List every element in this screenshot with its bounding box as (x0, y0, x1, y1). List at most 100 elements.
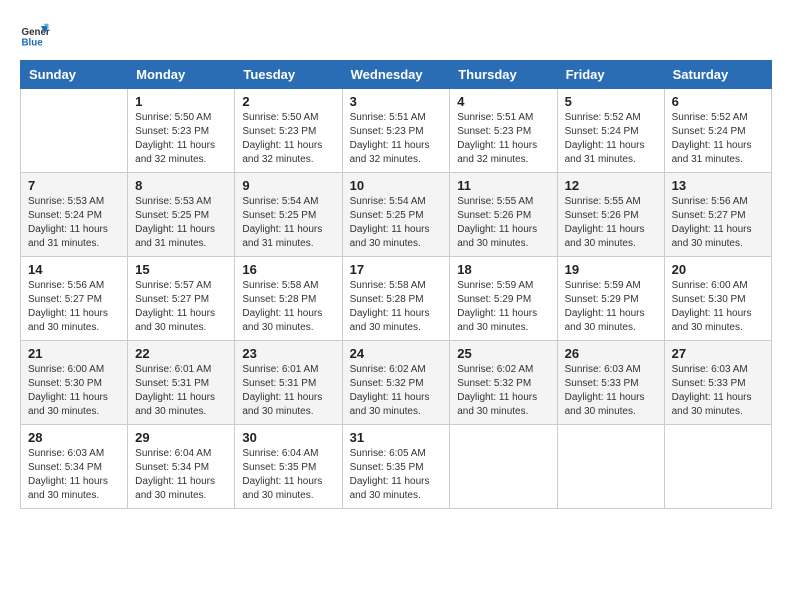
sunset: Sunset: 5:27 PM (28, 294, 102, 305)
sunrise: Sunrise: 5:57 AM (135, 280, 211, 291)
calendar-cell: 12 Sunrise: 5:55 AM Sunset: 5:26 PM Dayl… (557, 173, 664, 257)
sunset: Sunset: 5:24 PM (28, 210, 102, 221)
sunrise: Sunrise: 5:58 AM (242, 280, 318, 291)
day-info: Sunrise: 6:05 AM Sunset: 5:35 PM Dayligh… (350, 447, 443, 503)
daylight: Daylight: 11 hours and 30 minutes. (28, 476, 108, 501)
day-number: 22 (135, 346, 227, 361)
daylight: Daylight: 11 hours and 30 minutes. (242, 476, 322, 501)
sunrise: Sunrise: 5:58 AM (350, 280, 426, 291)
calendar-cell: 16 Sunrise: 5:58 AM Sunset: 5:28 PM Dayl… (235, 257, 342, 341)
sunset: Sunset: 5:33 PM (672, 378, 746, 389)
week-row-3: 14 Sunrise: 5:56 AM Sunset: 5:27 PM Dayl… (21, 257, 772, 341)
day-info: Sunrise: 5:54 AM Sunset: 5:25 PM Dayligh… (350, 195, 443, 251)
day-info: Sunrise: 6:01 AM Sunset: 5:31 PM Dayligh… (135, 363, 227, 419)
day-info: Sunrise: 5:57 AM Sunset: 5:27 PM Dayligh… (135, 279, 227, 335)
daylight: Daylight: 11 hours and 30 minutes. (565, 308, 645, 333)
sunset: Sunset: 5:32 PM (350, 378, 424, 389)
sunset: Sunset: 5:34 PM (135, 462, 209, 473)
day-info: Sunrise: 5:56 AM Sunset: 5:27 PM Dayligh… (672, 195, 764, 251)
sunrise: Sunrise: 6:04 AM (242, 448, 318, 459)
day-number: 30 (242, 430, 334, 445)
header-tuesday: Tuesday (235, 61, 342, 89)
calendar-cell: 26 Sunrise: 6:03 AM Sunset: 5:33 PM Dayl… (557, 341, 664, 425)
day-number: 16 (242, 262, 334, 277)
daylight: Daylight: 11 hours and 30 minutes. (672, 224, 752, 249)
day-info: Sunrise: 5:50 AM Sunset: 5:23 PM Dayligh… (242, 111, 334, 167)
day-info: Sunrise: 5:59 AM Sunset: 5:29 PM Dayligh… (457, 279, 549, 335)
calendar-cell: 19 Sunrise: 5:59 AM Sunset: 5:29 PM Dayl… (557, 257, 664, 341)
day-number: 29 (135, 430, 227, 445)
sunset: Sunset: 5:26 PM (457, 210, 531, 221)
day-info: Sunrise: 5:54 AM Sunset: 5:25 PM Dayligh… (242, 195, 334, 251)
sunset: Sunset: 5:28 PM (242, 294, 316, 305)
daylight: Daylight: 11 hours and 30 minutes. (242, 392, 322, 417)
logo: General Blue (20, 20, 50, 50)
day-number: 23 (242, 346, 334, 361)
calendar-cell: 30 Sunrise: 6:04 AM Sunset: 5:35 PM Dayl… (235, 425, 342, 509)
calendar-cell: 8 Sunrise: 5:53 AM Sunset: 5:25 PM Dayli… (128, 173, 235, 257)
daylight: Daylight: 11 hours and 31 minutes. (28, 224, 108, 249)
day-number: 28 (28, 430, 120, 445)
daylight: Daylight: 11 hours and 31 minutes. (135, 224, 215, 249)
day-number: 11 (457, 178, 549, 193)
sunrise: Sunrise: 6:00 AM (672, 280, 748, 291)
day-info: Sunrise: 5:52 AM Sunset: 5:24 PM Dayligh… (565, 111, 657, 167)
daylight: Daylight: 11 hours and 30 minutes. (242, 308, 322, 333)
calendar-cell: 20 Sunrise: 6:00 AM Sunset: 5:30 PM Dayl… (664, 257, 771, 341)
calendar-cell (21, 89, 128, 173)
day-number: 12 (565, 178, 657, 193)
daylight: Daylight: 11 hours and 32 minutes. (242, 140, 322, 165)
daylight: Daylight: 11 hours and 30 minutes. (135, 392, 215, 417)
sunrise: Sunrise: 5:56 AM (672, 196, 748, 207)
sunrise: Sunrise: 5:52 AM (672, 112, 748, 123)
calendar-cell: 7 Sunrise: 5:53 AM Sunset: 5:24 PM Dayli… (21, 173, 128, 257)
sunrise: Sunrise: 6:02 AM (350, 364, 426, 375)
day-number: 2 (242, 94, 334, 109)
day-info: Sunrise: 5:53 AM Sunset: 5:25 PM Dayligh… (135, 195, 227, 251)
sunset: Sunset: 5:31 PM (242, 378, 316, 389)
sunset: Sunset: 5:23 PM (457, 126, 531, 137)
calendar-cell: 11 Sunrise: 5:55 AM Sunset: 5:26 PM Dayl… (450, 173, 557, 257)
day-info: Sunrise: 5:52 AM Sunset: 5:24 PM Dayligh… (672, 111, 764, 167)
calendar-cell (450, 425, 557, 509)
sunrise: Sunrise: 5:59 AM (457, 280, 533, 291)
day-number: 8 (135, 178, 227, 193)
sunrise: Sunrise: 5:54 AM (242, 196, 318, 207)
header-thursday: Thursday (450, 61, 557, 89)
day-info: Sunrise: 6:04 AM Sunset: 5:34 PM Dayligh… (135, 447, 227, 503)
sunrise: Sunrise: 5:56 AM (28, 280, 104, 291)
calendar-cell: 17 Sunrise: 5:58 AM Sunset: 5:28 PM Dayl… (342, 257, 450, 341)
header-friday: Friday (557, 61, 664, 89)
logo-icon: General Blue (20, 20, 50, 50)
day-number: 14 (28, 262, 120, 277)
day-info: Sunrise: 5:51 AM Sunset: 5:23 PM Dayligh… (350, 111, 443, 167)
header-saturday: Saturday (664, 61, 771, 89)
header-monday: Monday (128, 61, 235, 89)
sunrise: Sunrise: 5:55 AM (565, 196, 641, 207)
daylight: Daylight: 11 hours and 30 minutes. (135, 308, 215, 333)
sunrise: Sunrise: 6:04 AM (135, 448, 211, 459)
sunset: Sunset: 5:30 PM (28, 378, 102, 389)
daylight: Daylight: 11 hours and 32 minutes. (135, 140, 215, 165)
sunrise: Sunrise: 6:01 AM (242, 364, 318, 375)
calendar-cell: 24 Sunrise: 6:02 AM Sunset: 5:32 PM Dayl… (342, 341, 450, 425)
day-number: 6 (672, 94, 764, 109)
daylight: Daylight: 11 hours and 30 minutes. (28, 392, 108, 417)
calendar-cell (664, 425, 771, 509)
week-row-2: 7 Sunrise: 5:53 AM Sunset: 5:24 PM Dayli… (21, 173, 772, 257)
daylight: Daylight: 11 hours and 31 minutes. (242, 224, 322, 249)
daylight: Daylight: 11 hours and 30 minutes. (457, 308, 537, 333)
sunset: Sunset: 5:24 PM (565, 126, 639, 137)
sunset: Sunset: 5:27 PM (135, 294, 209, 305)
day-info: Sunrise: 6:03 AM Sunset: 5:33 PM Dayligh… (672, 363, 764, 419)
sunrise: Sunrise: 5:50 AM (135, 112, 211, 123)
weekday-header-row: SundayMondayTuesdayWednesdayThursdayFrid… (21, 61, 772, 89)
calendar-cell: 25 Sunrise: 6:02 AM Sunset: 5:32 PM Dayl… (450, 341, 557, 425)
sunrise: Sunrise: 5:53 AM (135, 196, 211, 207)
day-info: Sunrise: 5:55 AM Sunset: 5:26 PM Dayligh… (565, 195, 657, 251)
day-number: 19 (565, 262, 657, 277)
calendar-cell: 14 Sunrise: 5:56 AM Sunset: 5:27 PM Dayl… (21, 257, 128, 341)
daylight: Daylight: 11 hours and 30 minutes. (672, 308, 752, 333)
daylight: Daylight: 11 hours and 30 minutes. (457, 224, 537, 249)
sunrise: Sunrise: 6:01 AM (135, 364, 211, 375)
